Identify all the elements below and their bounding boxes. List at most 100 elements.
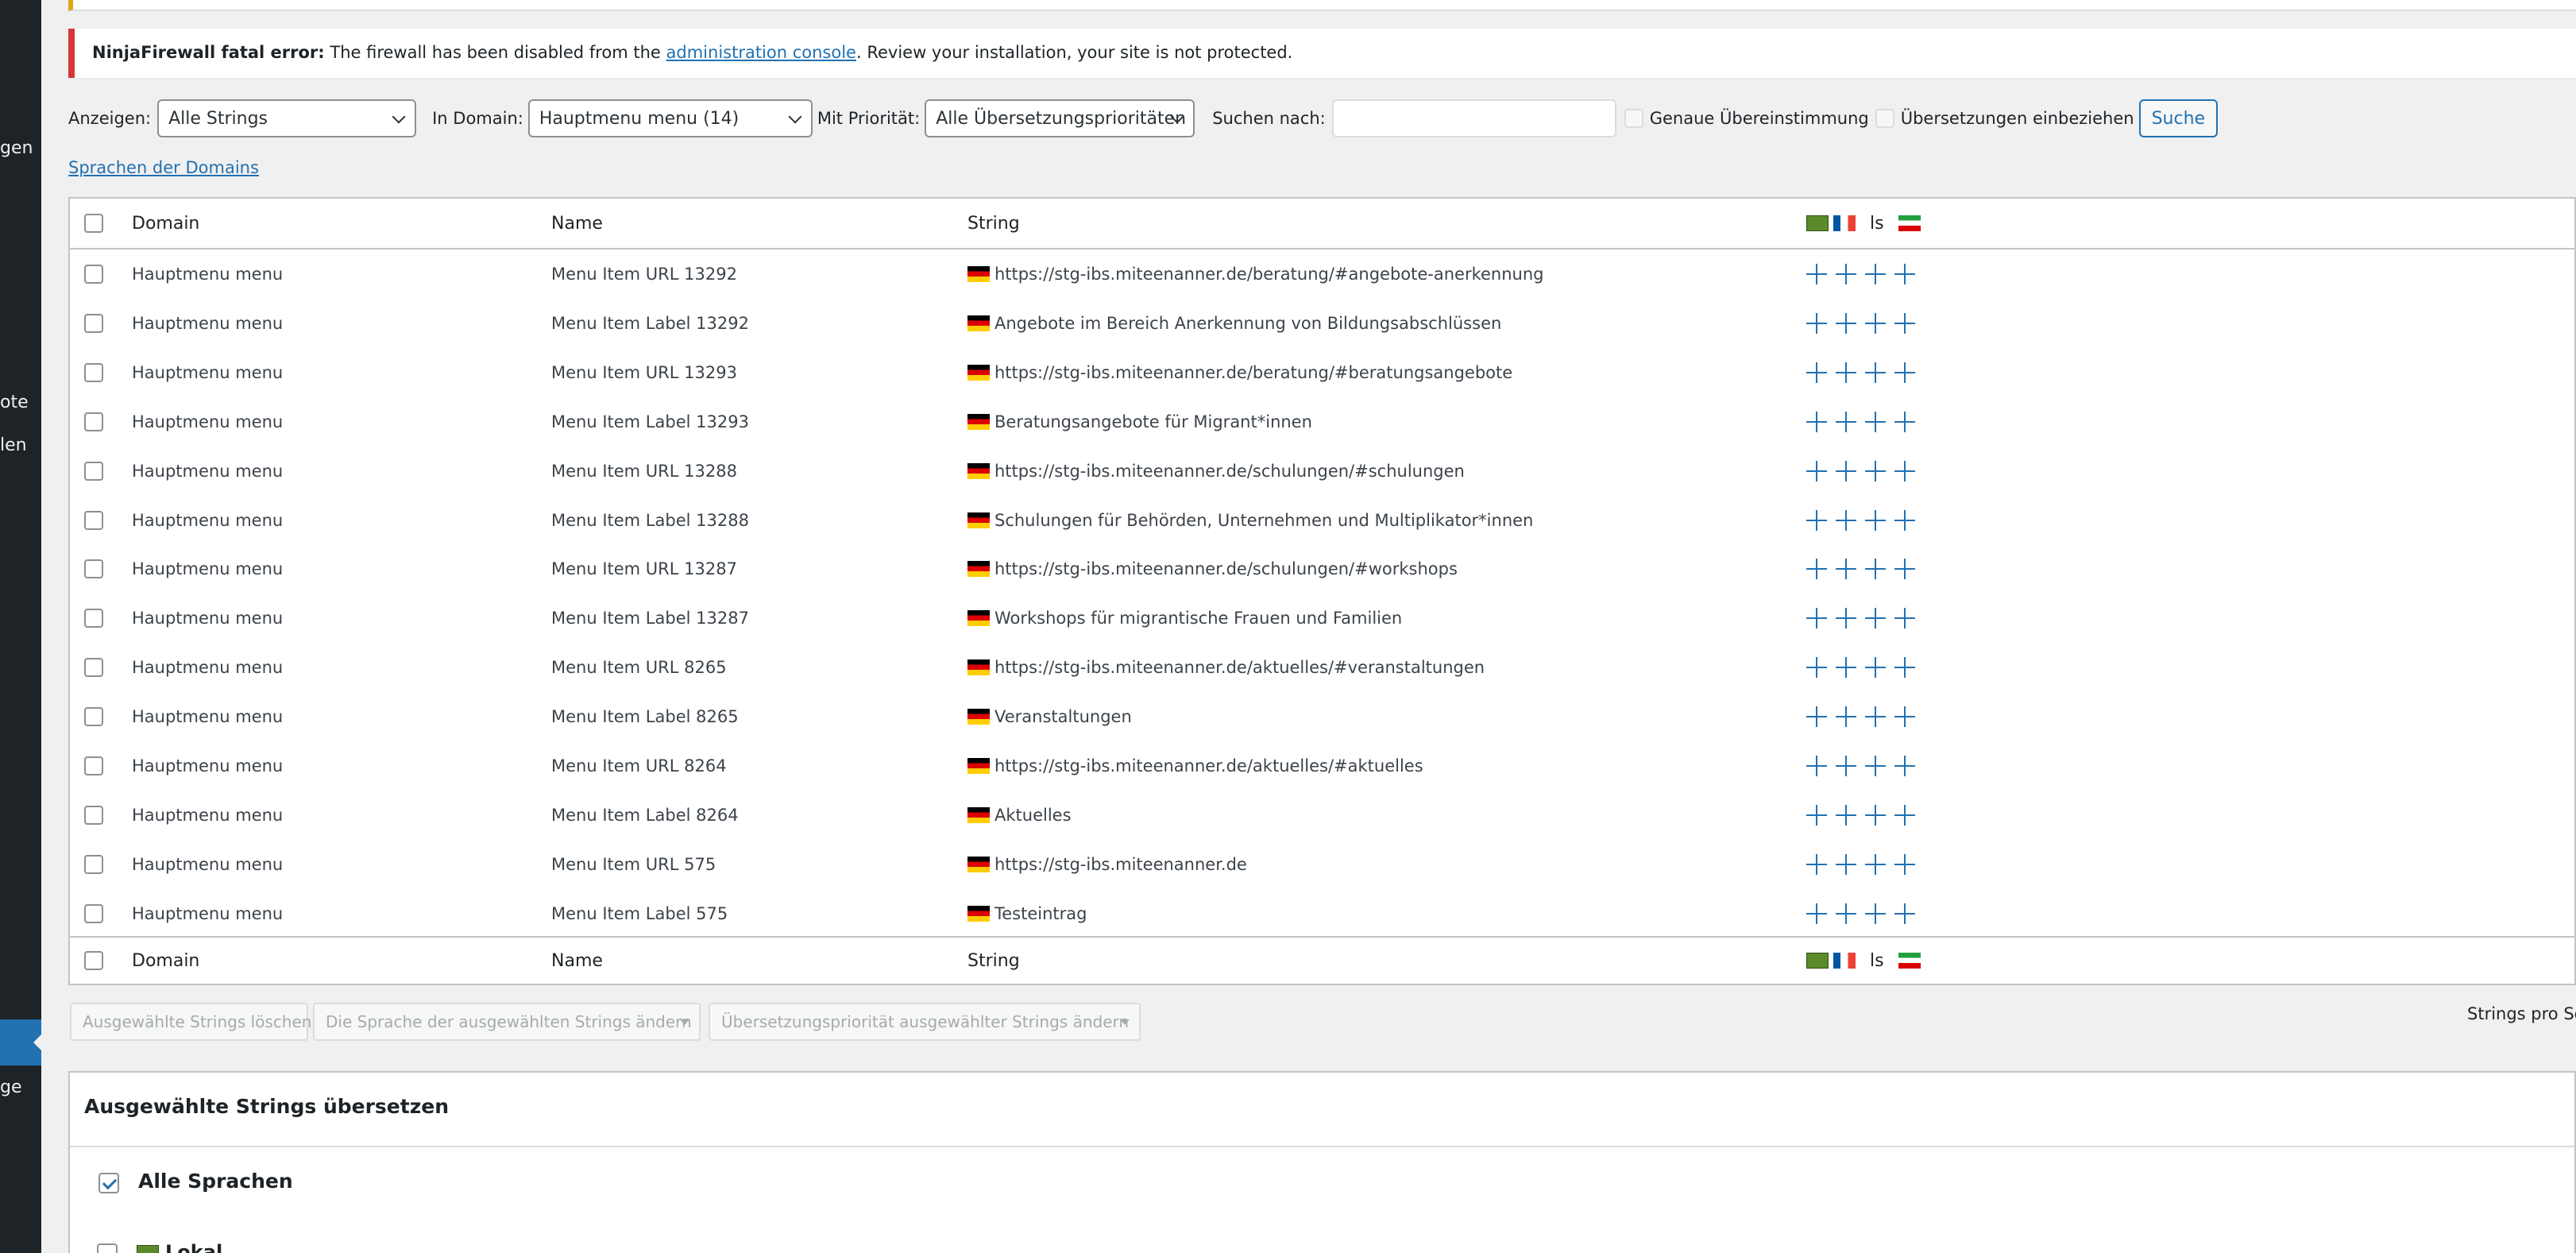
row-string: https://stg-ibs.miteenanner.de/beratung/… <box>967 348 1512 397</box>
add-translation-icon[interactable] <box>1865 756 1886 776</box>
exact-match-checkbox[interactable] <box>1624 109 1643 128</box>
add-translation-icon[interactable] <box>1894 706 1915 728</box>
add-translation-icon[interactable] <box>1865 362 1886 383</box>
select-all-checkbox-footer[interactable] <box>84 951 103 970</box>
add-translation-icon[interactable] <box>1894 264 1915 284</box>
delete-selected-button[interactable]: Ausgewählte Strings löschen <box>70 1003 311 1041</box>
add-translation-icon[interactable] <box>1836 608 1856 629</box>
row-checkbox[interactable] <box>84 362 103 382</box>
add-translation-icon[interactable] <box>1865 608 1886 629</box>
add-translation-icon[interactable] <box>1865 411 1886 432</box>
add-translation-icon[interactable] <box>1836 362 1856 383</box>
add-translation-icon[interactable] <box>1894 608 1915 629</box>
add-translation-icon[interactable] <box>1865 657 1886 679</box>
add-translation-icon[interactable] <box>1865 559 1886 580</box>
row-checkbox[interactable] <box>84 756 103 775</box>
next-language-checkbox[interactable] <box>97 1243 118 1253</box>
add-translation-icon[interactable] <box>1836 657 1856 679</box>
add-translation-icon[interactable] <box>1836 804 1856 826</box>
include-translations-checkbox[interactable] <box>1875 109 1894 128</box>
row-checkbox[interactable] <box>84 313 103 333</box>
show-select[interactable]: Alle Strings <box>157 99 417 137</box>
add-translation-icon[interactable] <box>1806 509 1827 531</box>
add-translation-icon[interactable] <box>1865 853 1886 875</box>
add-translation-icon[interactable] <box>1865 312 1886 334</box>
row-checkbox[interactable] <box>84 903 103 923</box>
search-button[interactable]: Suche <box>2138 99 2219 137</box>
add-translation-icon[interactable] <box>1836 264 1856 284</box>
administration-console-link[interactable]: administration console <box>666 43 856 62</box>
change-priority-select[interactable]: Übersetzungspriorität ausgewählter Strin… <box>709 1003 1141 1041</box>
select-all-checkbox[interactable] <box>84 214 103 233</box>
row-checkbox[interactable] <box>84 609 103 628</box>
add-translation-icon[interactable] <box>1836 509 1856 531</box>
add-translation-icon[interactable] <box>1836 706 1856 728</box>
row-checkbox[interactable] <box>84 658 103 678</box>
add-translation-icon[interactable] <box>1865 903 1886 924</box>
add-translation-icon[interactable] <box>1836 460 1856 481</box>
row-checkbox[interactable] <box>84 707 103 727</box>
add-translation-icon[interactable] <box>1894 559 1915 580</box>
add-translation-icon[interactable] <box>1894 362 1915 383</box>
add-translation-icon[interactable] <box>1894 509 1915 531</box>
column-domain[interactable]: Domain <box>132 199 199 248</box>
add-translation-icon[interactable] <box>1806 460 1827 481</box>
add-translation-icon[interactable] <box>1806 657 1827 679</box>
add-translation-icon[interactable] <box>1894 756 1915 776</box>
change-language-select[interactable]: Die Sprache der ausgewählten Strings änd… <box>313 1003 701 1041</box>
sidebar-fragment[interactable]: ge <box>0 1077 22 1097</box>
row-checkbox[interactable] <box>84 412 103 431</box>
sidebar-fragment[interactable]: ote <box>0 393 29 412</box>
row-checkbox[interactable] <box>84 265 103 284</box>
add-translation-icon[interactable] <box>1806 706 1827 728</box>
search-input[interactable] <box>1331 99 1616 137</box>
domain-select[interactable]: Hauptmenu menu (14) <box>527 99 813 137</box>
row-checkbox[interactable] <box>84 854 103 874</box>
add-translation-icon[interactable] <box>1806 411 1827 432</box>
row-string: https://stg-ibs.miteenanner.de/aktuelles… <box>967 643 1485 692</box>
add-translation-icon[interactable] <box>1806 903 1827 924</box>
add-translation-icon[interactable] <box>1806 804 1827 826</box>
footer-column-name[interactable]: Name <box>551 936 603 985</box>
all-languages-checkbox[interactable] <box>98 1173 119 1193</box>
add-translation-icon[interactable] <box>1894 804 1915 826</box>
add-translation-icon[interactable] <box>1865 706 1886 728</box>
column-name[interactable]: Name <box>551 199 603 248</box>
priority-select[interactable]: Alle Übersetzungsprioritäten <box>925 99 1195 137</box>
row-checkbox[interactable] <box>84 559 103 579</box>
sidebar-fragment[interactable]: gen <box>0 138 33 158</box>
row-checkbox[interactable] <box>84 805 103 825</box>
add-translation-icon[interactable] <box>1865 804 1886 826</box>
add-translation-icon[interactable] <box>1865 509 1886 531</box>
add-translation-icon[interactable] <box>1894 411 1915 432</box>
add-translation-icon[interactable] <box>1894 903 1915 924</box>
add-translation-icon[interactable] <box>1806 312 1827 334</box>
add-translation-icon[interactable] <box>1806 264 1827 284</box>
add-translation-icon[interactable] <box>1865 264 1886 284</box>
add-translation-icon[interactable] <box>1806 756 1827 776</box>
row-translation-actions <box>1806 299 1924 348</box>
add-translation-icon[interactable] <box>1865 460 1886 481</box>
add-translation-icon[interactable] <box>1806 853 1827 875</box>
add-translation-icon[interactable] <box>1806 362 1827 383</box>
row-checkbox[interactable] <box>84 461 103 481</box>
add-translation-icon[interactable] <box>1836 312 1856 334</box>
add-translation-icon[interactable] <box>1894 657 1915 679</box>
footer-column-string[interactable]: String <box>967 936 1020 985</box>
add-translation-icon[interactable] <box>1894 312 1915 334</box>
domain-languages-link[interactable]: Sprachen der Domains <box>68 158 259 177</box>
add-translation-icon[interactable] <box>1894 460 1915 481</box>
add-translation-icon[interactable] <box>1894 853 1915 875</box>
notice-title: NinjaFirewall fatal error: <box>92 43 325 62</box>
add-translation-icon[interactable] <box>1836 903 1856 924</box>
add-translation-icon[interactable] <box>1806 608 1827 629</box>
footer-column-domain[interactable]: Domain <box>132 936 199 985</box>
add-translation-icon[interactable] <box>1836 559 1856 580</box>
column-string[interactable]: String <box>967 199 1020 248</box>
add-translation-icon[interactable] <box>1836 756 1856 776</box>
add-translation-icon[interactable] <box>1836 853 1856 875</box>
add-translation-icon[interactable] <box>1806 559 1827 580</box>
add-translation-icon[interactable] <box>1836 411 1856 432</box>
sidebar-fragment[interactable]: len <box>0 435 27 455</box>
row-checkbox[interactable] <box>84 510 103 530</box>
